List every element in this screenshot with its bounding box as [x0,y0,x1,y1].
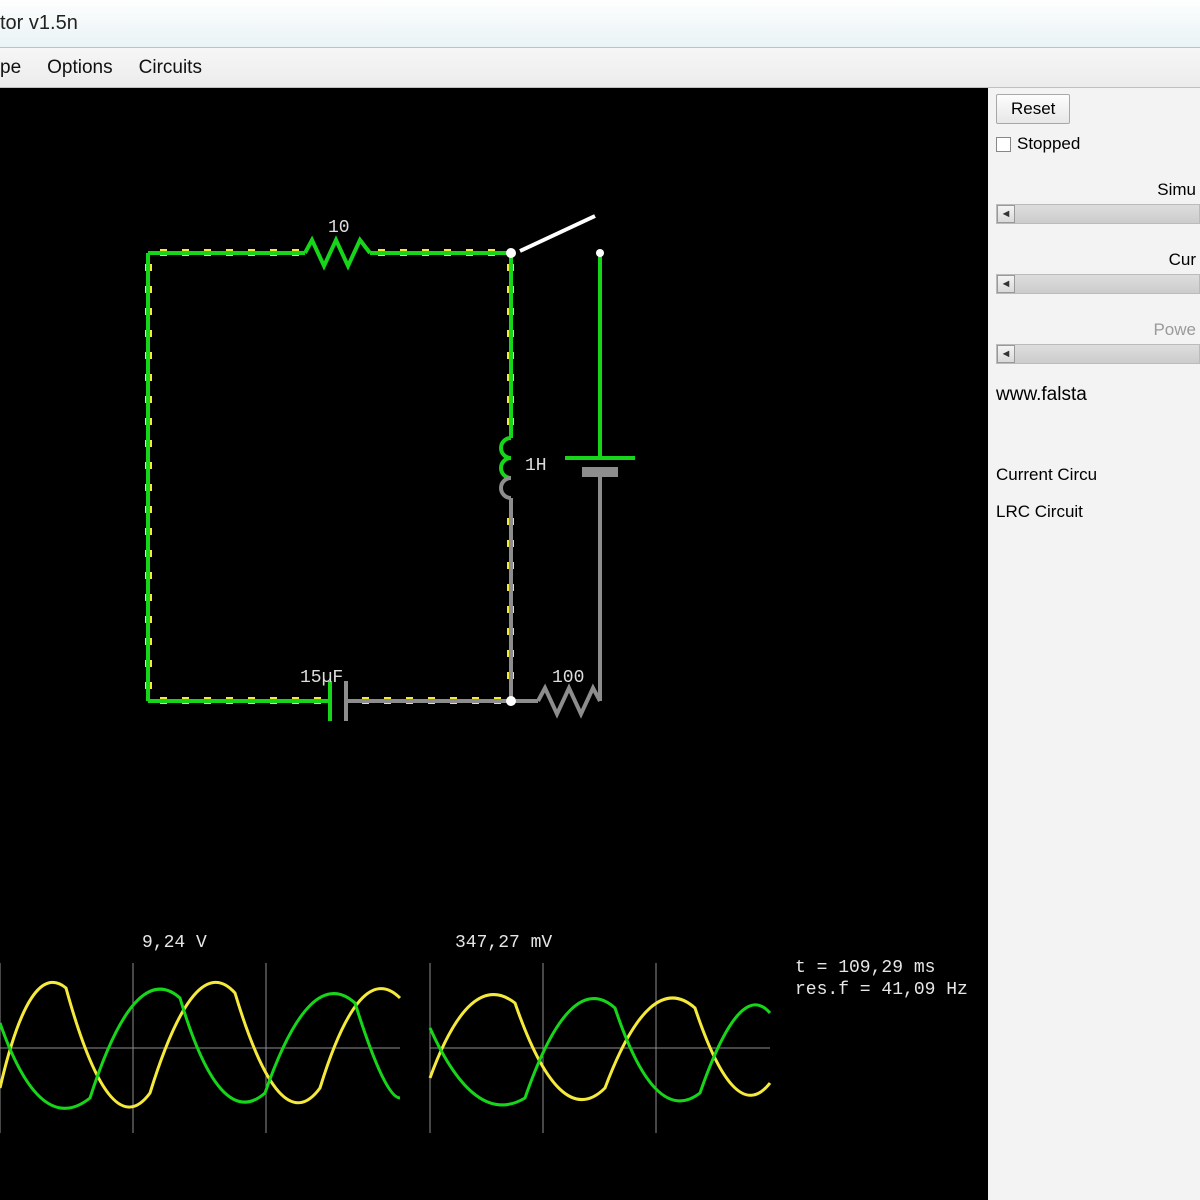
info-current-circuit: Current Circu [996,456,1200,493]
inductor-label: 1H [525,456,547,476]
window-title: tor v1.5n [0,12,78,34]
reset-button[interactable]: Reset [996,94,1070,124]
power-brightness-slider[interactable]: ◄ [996,344,1200,364]
stopped-checkbox[interactable] [996,137,1011,152]
current-speed-label: Cur [996,250,1200,270]
power-brightness-label: Powe [996,320,1200,340]
scope-2-voltage: 347,27 mV [455,933,552,953]
menu-item-options[interactable]: Options [47,57,112,79]
resistor-2-label: 100 [552,668,584,688]
menu-item-circuits[interactable]: Circuits [139,57,202,79]
menu-item-scope[interactable]: pe [0,57,21,79]
title-bar: tor v1.5n [0,0,1200,48]
simulation-speed-label: Simu [996,180,1200,200]
slider-left-icon[interactable]: ◄ [997,205,1015,223]
resistor-1-label: 10 [328,218,350,238]
scope-1-voltage: 9,24 V [142,933,207,953]
stopped-checkbox-row[interactable]: Stopped [996,134,1200,154]
slider-left-icon[interactable]: ◄ [997,275,1015,293]
stopped-label: Stopped [1017,134,1080,154]
sidebar: Reset Stopped Simu ◄ Cur ◄ Powe ◄ www.fa… [988,88,1200,1200]
simulation-speed-slider[interactable]: ◄ [996,204,1200,224]
slider-left-icon[interactable]: ◄ [997,345,1015,363]
menu-bar: pe Options Circuits [0,48,1200,88]
info-circuit-name: LRC Circuit [996,493,1200,530]
current-speed-slider[interactable]: ◄ [996,274,1200,294]
circuit-canvas[interactable]: 10 1H 15µF 100 9,24 V 347,27 mV t = 109,… [0,88,988,1200]
website-link[interactable]: www.falsta [996,384,1200,406]
status-time: t = 109,29 ms [795,958,935,978]
capacitor-label: 15µF [300,668,343,688]
status-frequency: res.f = 41,09 Hz [795,980,968,1000]
